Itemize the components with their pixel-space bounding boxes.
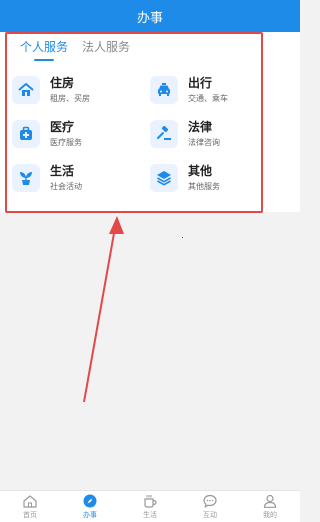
nav-profile[interactable]: 我的 bbox=[240, 491, 300, 522]
compass-icon bbox=[83, 494, 97, 507]
coffee-cup-icon bbox=[144, 494, 157, 508]
home-icon bbox=[23, 494, 37, 508]
user-icon bbox=[263, 494, 277, 508]
annotation-highlight-box bbox=[5, 32, 263, 213]
chat-bubble-icon bbox=[203, 494, 217, 508]
nav-label: 首页 bbox=[23, 510, 37, 519]
stray-dot bbox=[182, 237, 183, 238]
nav-services[interactable]: 办事 bbox=[60, 491, 120, 522]
nav-label: 办事 bbox=[83, 510, 97, 519]
bottom-navigation: 首页 办事 生活 互动 我的 bbox=[0, 490, 300, 522]
nav-label: 我的 bbox=[263, 510, 277, 519]
title-bar: 办事 bbox=[0, 0, 300, 32]
nav-label: 互动 bbox=[203, 510, 217, 519]
nav-interaction[interactable]: 互动 bbox=[180, 491, 240, 522]
nav-label: 生活 bbox=[143, 510, 157, 519]
nav-home[interactable]: 首页 bbox=[0, 491, 60, 522]
page-title: 办事 bbox=[136, 10, 163, 26]
nav-life[interactable]: 生活 bbox=[120, 491, 180, 522]
